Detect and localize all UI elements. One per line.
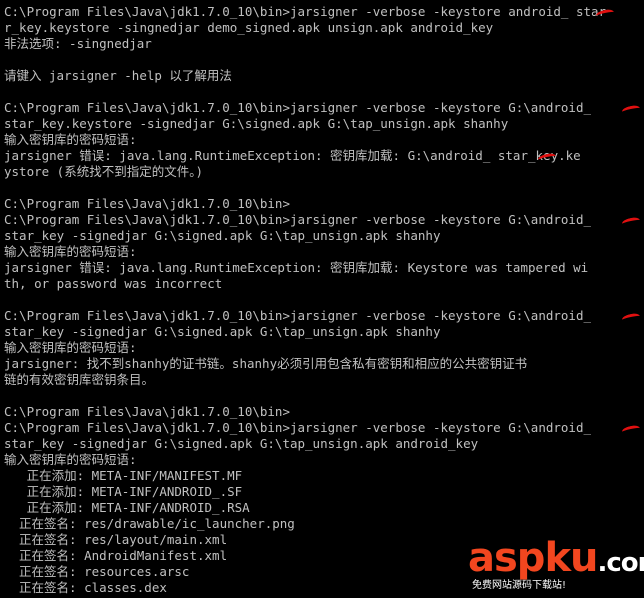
console-line: jarsigner 错误: java.lang.RuntimeException… (4, 148, 581, 163)
console-line: 正在签名: classes.dex (4, 580, 167, 595)
console-line: 输入密钥库的密码短语: (4, 244, 137, 259)
console-line: 正在签名: AndroidManifest.xml (4, 548, 228, 563)
console-line: 正在添加: META-INF/ANDROID_.RSA (4, 500, 250, 515)
console-line: C:\Program Files\Java\jdk1.7.0_10\bin> (4, 196, 290, 211)
console-line: 输入密钥库的密码短语: (4, 340, 137, 355)
console-line: 链的有效密钥库密钥条目。 (4, 372, 155, 387)
console-line: 正在签名: res/layout/main.xml (4, 532, 228, 547)
redaction-mark (621, 216, 641, 228)
console-line: 输入密钥库的密码短语: (4, 132, 137, 147)
console-line: 请键入 jarsigner -help 以了解用法 (4, 68, 232, 83)
console-line: 正在签名: resources.arsc (4, 564, 190, 579)
console-window[interactable]: C:\Program Files\Java\jdk1.7.0_10\bin>ja… (0, 0, 644, 598)
console-line: C:\Program Files\Java\jdk1.7.0_10\bin>ja… (4, 308, 591, 323)
watermark-brand: aspku.com (468, 535, 644, 581)
console-line: jarsigner 错误: java.lang.RuntimeException… (4, 260, 589, 275)
console-line: 输入密钥库的密码短语: (4, 452, 137, 467)
redaction-mark (621, 424, 641, 436)
console-line: C:\Program Files\Java\jdk1.7.0_10\bin>ja… (4, 100, 591, 115)
watermark-tagline: 免费网站源码下载站! (472, 580, 567, 591)
console-line: C:\Program Files\Java\jdk1.7.0_10\bin>ja… (4, 4, 607, 19)
console-line: th, or password was incorrect (4, 276, 223, 291)
console-line: 正在添加: META-INF/ANDROID_.SF (4, 484, 243, 499)
redaction-mark (621, 104, 641, 116)
console-line: star_key -signedjar G:\signed.apk G:\tap… (4, 436, 479, 451)
watermark-logo: aspku.com 免费网站源码下载站! (468, 536, 644, 592)
console-line: ystore (系统找不到指定的文件。) (4, 164, 203, 179)
redaction-mark (621, 312, 641, 324)
console-line: star_key -signedjar G:\signed.apk G:\tap… (4, 324, 441, 339)
console-line: C:\Program Files\Java\jdk1.7.0_10\bin>ja… (4, 212, 591, 227)
console-line: 非法选项: -singnedjar (4, 36, 152, 51)
console-line: jarsigner: 找不到shanhy的证书链。shanhy必须引用包含私有密… (4, 356, 528, 371)
console-line: 正在签名: res/drawable/ic_launcher.png (4, 516, 295, 531)
console-line: C:\Program Files\Java\jdk1.7.0_10\bin> (4, 404, 290, 419)
console-line: star_key.keystore -signedjar G:\signed.a… (4, 116, 509, 131)
console-line: star_key -signedjar G:\signed.apk G:\tap… (4, 228, 441, 243)
console-line: r_key.keystore -singnedjar demo_signed.a… (4, 20, 494, 35)
console-line: C:\Program Files\Java\jdk1.7.0_10\bin>ja… (4, 420, 591, 435)
console-line: 正在添加: META-INF/MANIFEST.MF (4, 468, 243, 483)
